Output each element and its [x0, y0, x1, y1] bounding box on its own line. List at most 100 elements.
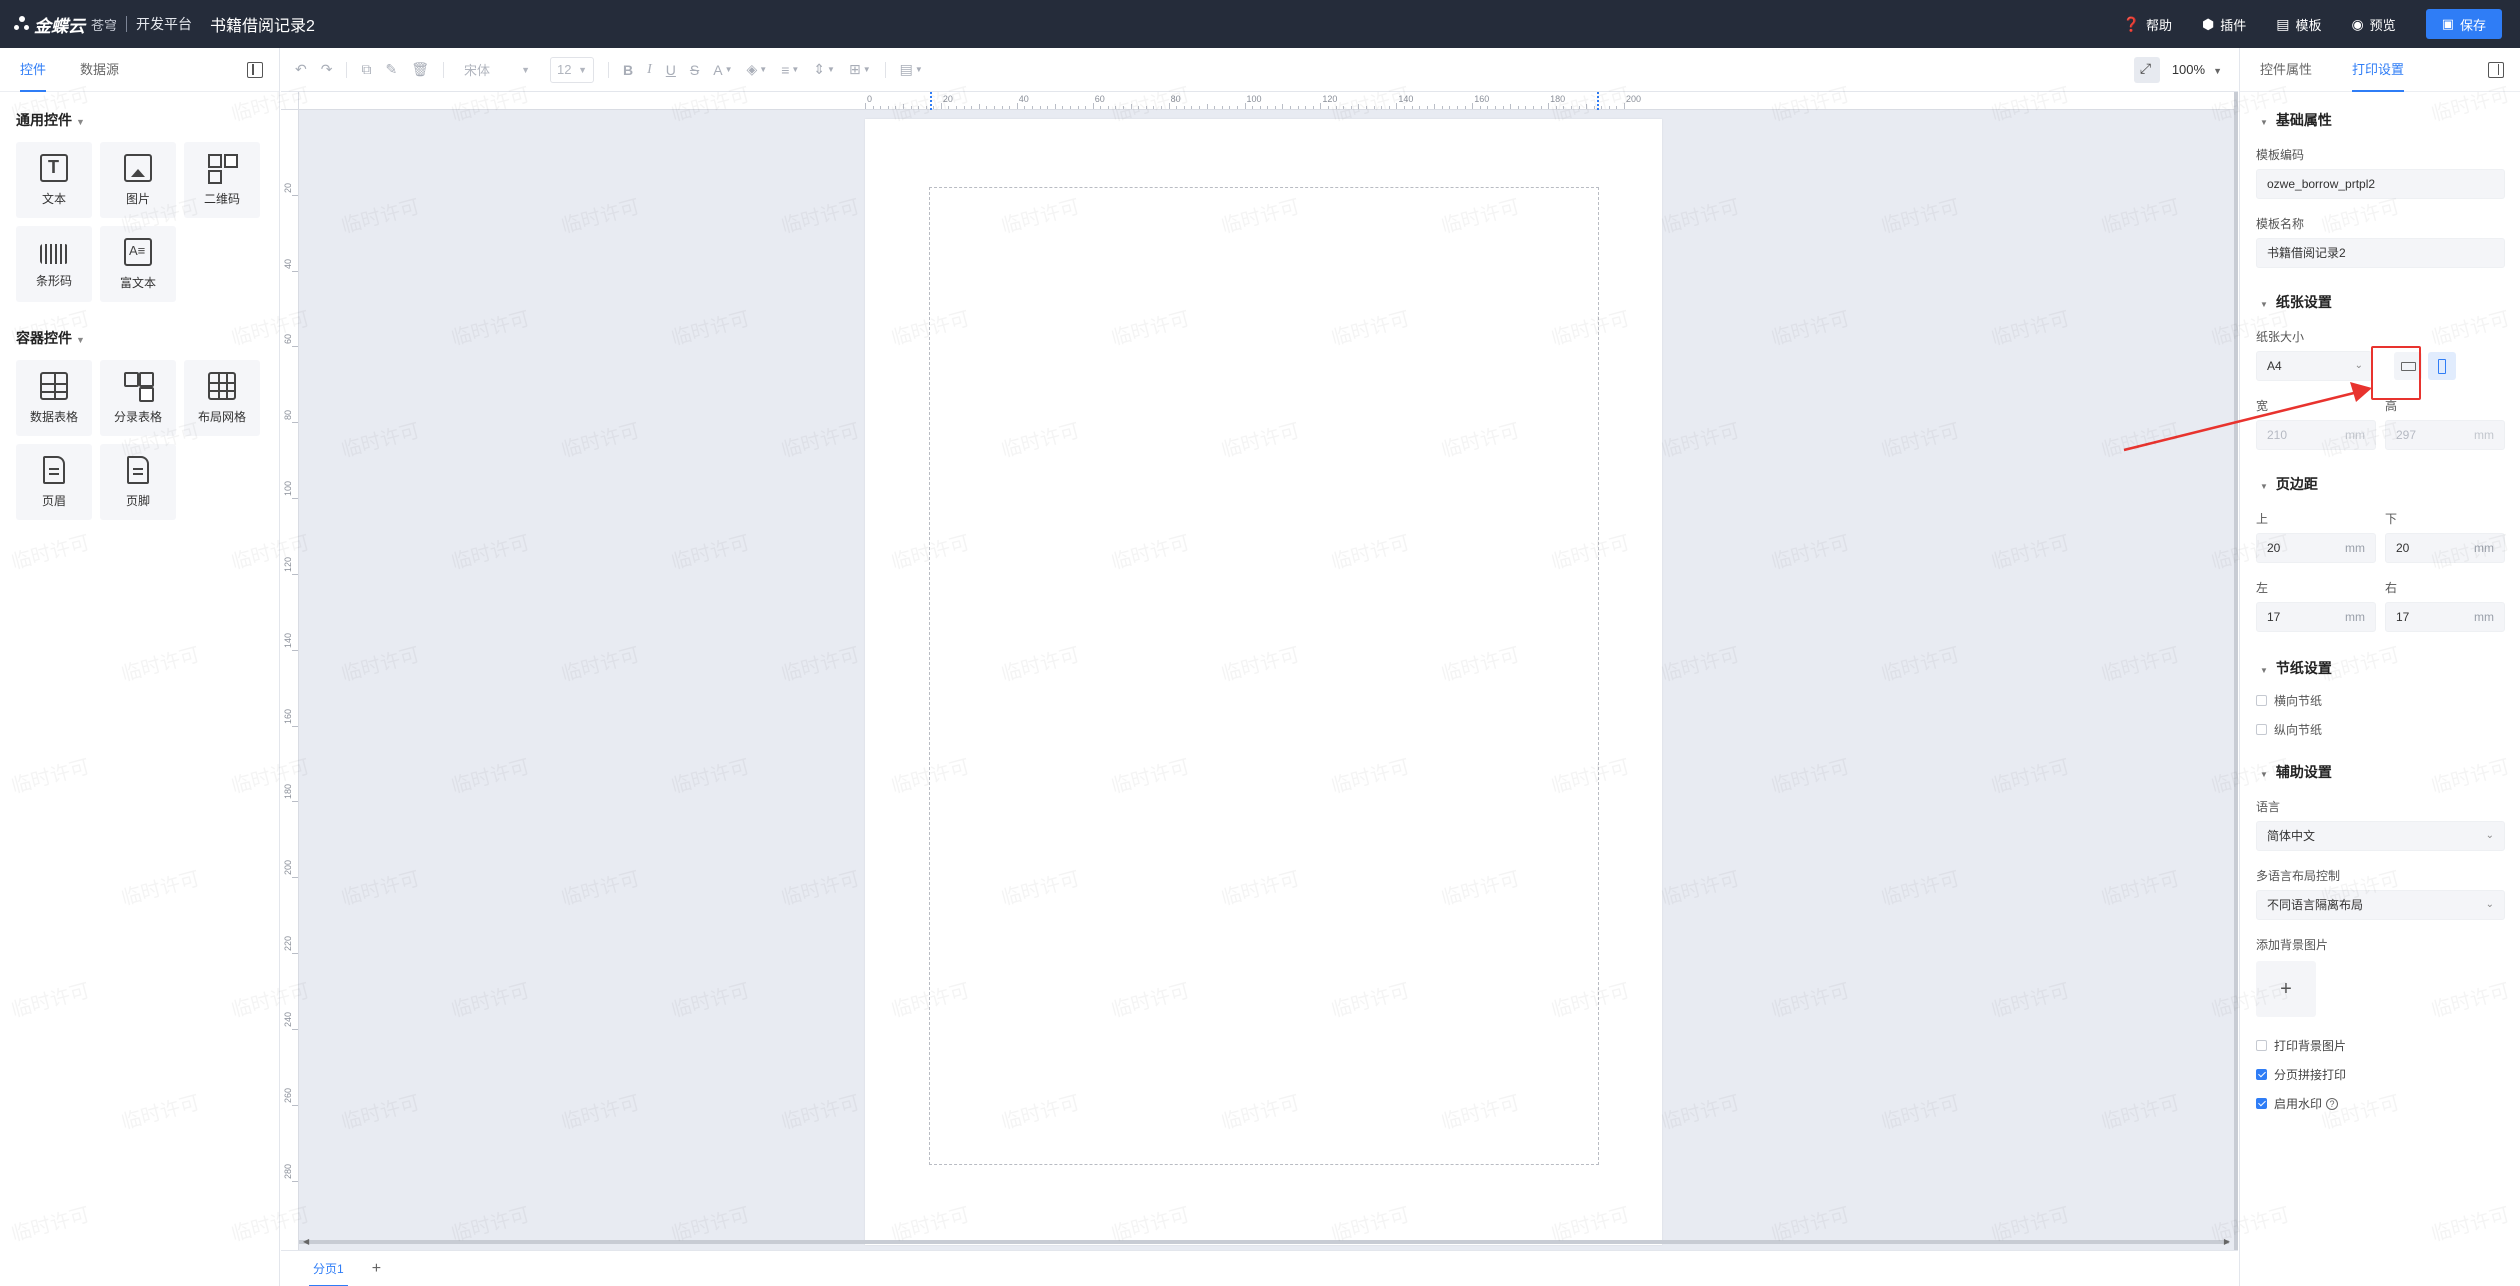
template-name-input[interactable]: 书籍借阅记录2: [2256, 238, 2505, 268]
vertical-scrollbar[interactable]: [2234, 92, 2238, 1250]
plugin-button[interactable]: ⬢ 插件: [2202, 15, 2246, 34]
redo-icon[interactable]: ↷: [321, 61, 333, 78]
help-button[interactable]: ❓ 帮助: [2123, 15, 2172, 34]
control-header[interactable]: 页眉: [16, 444, 92, 520]
platform-label[interactable]: 开发平台: [136, 14, 192, 34]
left-panel: 控件 数据源 通用控件 ▼ 文本 图片 二维码 条形码 富文本 容器控件 ▼: [0, 48, 280, 1286]
ruler-minor-tick: [1358, 104, 1360, 109]
strikethrough-icon[interactable]: S: [690, 62, 699, 78]
collapse-right-icon[interactable]: [2488, 62, 2504, 78]
tab-datasource[interactable]: 数据源: [80, 48, 119, 92]
border-icon[interactable]: ⊞ ▼: [849, 61, 871, 78]
add-page-button[interactable]: +: [372, 1260, 381, 1278]
ruler-minor-tick: [1373, 106, 1375, 109]
help-circle-icon[interactable]: ?: [2326, 1097, 2339, 1110]
save-button[interactable]: ▣ 保存: [2425, 9, 2502, 39]
scroll-left-icon[interactable]: ◀: [303, 1237, 309, 1246]
container-controls-title[interactable]: 容器控件 ▼: [16, 328, 279, 348]
delete-icon[interactable]: 🗑: [411, 61, 429, 78]
copy-icon[interactable]: ⧉: [361, 61, 371, 78]
section-margins[interactable]: ▼ 页边距: [2260, 474, 2520, 494]
ruler-minor-tick: [933, 106, 935, 109]
ruler-lock-icon[interactable]: [281, 92, 299, 110]
underline-icon[interactable]: U: [666, 62, 676, 78]
margin-left-input[interactable]: 17 mm: [2256, 602, 2376, 632]
section-assist[interactable]: ▼ 辅助设置: [2260, 762, 2520, 782]
ruler-minor-tick: [1062, 106, 1064, 109]
control-label: 文本: [41, 191, 66, 206]
preview-button[interactable]: ◉ 预览: [2351, 15, 2395, 34]
page-margin-area[interactable]: [929, 187, 1599, 1165]
portrait-orientation-button[interactable]: [2428, 352, 2456, 380]
design-canvas[interactable]: 0 20 40 60 80 100 120 140 160 180 200 20 40 60 80 100 1…: [281, 92, 2238, 1250]
font-size-select[interactable]: 12 ▼: [549, 56, 594, 83]
template-button[interactable]: ▤ 模板: [2276, 15, 2321, 34]
data-table-icon: [40, 371, 68, 400]
horizontal-scrollbar[interactable]: [299, 1240, 2229, 1244]
toolbar-separator: [607, 61, 609, 78]
ruler-minor-tick: [1570, 106, 1572, 109]
multilang-select[interactable]: 不同语言隔离布局 ⌄: [2256, 890, 2505, 920]
font-family-select[interactable]: 宋体 ▼: [458, 57, 536, 83]
bold-icon[interactable]: B: [623, 62, 633, 78]
control-layout-grid[interactable]: 布局网格: [184, 360, 260, 436]
ruler-tick: [1320, 103, 1322, 109]
control-entry-table[interactable]: 分录表格: [100, 360, 176, 436]
margin-bottom-input[interactable]: 20 mm: [2385, 533, 2505, 563]
zoom-select[interactable]: 100% ▼: [2172, 62, 2222, 77]
align-vertical-icon[interactable]: ⇕ ▼: [813, 61, 835, 78]
font-color-icon[interactable]: A ▼: [713, 62, 732, 78]
control-richtext[interactable]: 富文本: [100, 226, 176, 302]
paper-size-select[interactable]: A4 ⌄: [2256, 351, 2372, 381]
ruler-tick: [1244, 103, 1246, 109]
ruler-label: 240: [283, 1011, 293, 1027]
add-background-button[interactable]: +: [2256, 961, 2316, 1017]
control-data-table[interactable]: 数据表格: [16, 360, 92, 436]
tab-controls[interactable]: 控件: [20, 48, 47, 92]
vertical-saving-checkbox[interactable]: 纵向节纸: [2256, 721, 2520, 738]
margin-right-input[interactable]: 17 mm: [2385, 602, 2505, 632]
page-tab[interactable]: 分页1: [309, 1251, 348, 1286]
tab-print-settings[interactable]: 打印设置: [2352, 48, 2405, 92]
template-code-input[interactable]: ozwe_borrow_prtpl2: [2256, 169, 2505, 199]
control-footer[interactable]: 页脚: [100, 444, 176, 520]
align-horizontal-icon[interactable]: ≡ ▼: [781, 62, 799, 78]
italic-icon[interactable]: I: [647, 62, 652, 78]
print-background-checkbox[interactable]: 打印背景图片: [2256, 1037, 2520, 1054]
general-controls-title[interactable]: 通用控件 ▼: [16, 110, 279, 130]
fill-color-icon[interactable]: ◈ ▼: [747, 61, 768, 78]
ruler-minor-tick: [1601, 106, 1603, 109]
section-paper[interactable]: ▼ 纸张设置: [2260, 292, 2520, 312]
ruler-tick: [1624, 103, 1626, 109]
a4-page[interactable]: [865, 119, 1662, 1245]
section-paper-saving[interactable]: ▼ 节纸设置: [2260, 658, 2520, 678]
control-text[interactable]: 文本: [16, 142, 92, 218]
ruler-minor-tick: [978, 104, 980, 109]
chevron-down-icon: ⌄: [2354, 360, 2363, 371]
format-toolbar: ↶ ↷ ⧉ ✎ 🗑 宋体 ▼ 12 ▼ B I U S A ▼ ◈ ▼ ≡ ▼ ⇕ ▼ ⊞ ▼…: [281, 48, 2238, 92]
horizontal-saving-checkbox[interactable]: 横向节纸: [2256, 692, 2520, 709]
watermark-checkbox[interactable]: 启用水印?: [2256, 1095, 2520, 1112]
template-icon: ▤: [2276, 15, 2290, 32]
control-barcode[interactable]: 条形码: [16, 226, 92, 302]
section-basic[interactable]: ▼ 基础属性: [2260, 110, 2520, 130]
page-join-checkbox[interactable]: 分页拼接打印: [2256, 1066, 2520, 1083]
control-image[interactable]: 图片: [100, 142, 176, 218]
scroll-right-icon[interactable]: ▶: [2224, 1237, 2230, 1246]
fit-screen-icon[interactable]: [2133, 56, 2160, 83]
language-select[interactable]: 简体中文 ⌄: [2256, 821, 2505, 851]
ruler-label: 140: [1398, 94, 1414, 104]
ruler-minor-tick: [1290, 106, 1292, 109]
ruler-label: 120: [1322, 94, 1338, 104]
format-painter-icon[interactable]: ✎: [385, 61, 397, 78]
landscape-orientation-button[interactable]: [2394, 352, 2422, 380]
ruler-tick: [292, 422, 298, 424]
undo-icon[interactable]: ↶: [295, 61, 307, 78]
ruler-margin-marker[interactable]: [1597, 92, 1600, 110]
collapse-left-icon[interactable]: [247, 62, 263, 78]
ruler-margin-marker[interactable]: [929, 92, 932, 110]
tab-control-properties[interactable]: 控件属性: [2260, 48, 2312, 92]
margin-top-input[interactable]: 20 mm: [2256, 533, 2376, 563]
arrange-icon[interactable]: ▤ ▼: [900, 61, 923, 78]
control-qrcode[interactable]: 二维码: [184, 142, 260, 218]
